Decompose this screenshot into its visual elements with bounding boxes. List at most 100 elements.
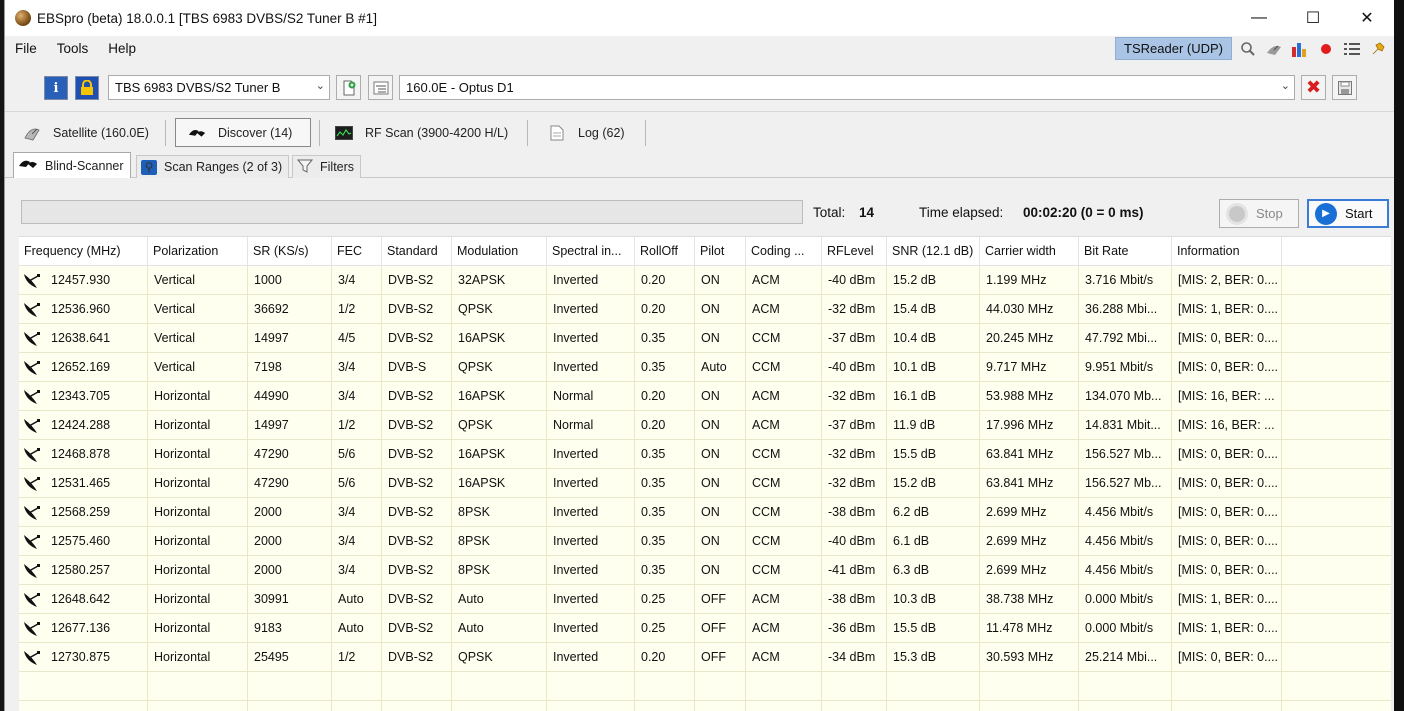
table-row[interactable]: 12468.878 Horizontal 47290 5/6 DVB-S2 16APSK I…: [19, 440, 1391, 469]
minimize-button[interactable]: —: [1232, 0, 1286, 36]
tuner-select[interactable]: TBS 6983 DVBS/S2 Tuner B ⌄: [108, 75, 330, 100]
info-button[interactable]: i: [44, 76, 68, 100]
cell-symbol-rate: 2000: [248, 556, 332, 585]
header-col-snr[interactable]: SNR (12.1 dB): [887, 237, 980, 266]
header-col-carrier-width[interactable]: Carrier width: [980, 237, 1079, 266]
satellite-dish-icon: [24, 505, 40, 520]
satellite-select-value: 160.0E - Optus D1: [406, 80, 514, 95]
table-row[interactable]: 12648.642 Horizontal 30991 Auto DVB-S2 Auto In…: [19, 585, 1391, 614]
frequency-value: 12531.465: [51, 476, 111, 490]
delete-button[interactable]: ✖: [1301, 75, 1326, 100]
cell-modulation: 8PSK: [452, 556, 547, 585]
cell-spectral-inversion: Inverted: [547, 295, 635, 324]
cell-pilot: ON: [695, 266, 746, 295]
cell-spectral-inversion: Inverted: [547, 324, 635, 353]
cell-rf-level: -40 dBm: [822, 353, 887, 382]
table-row[interactable]: 12424.288 Horizontal 14997 1/2 DVB-S2 QPSK Nor…: [19, 411, 1391, 440]
table-row[interactable]: 12575.460 Horizontal 2000 3/4 DVB-S2 8PSK Inve…: [19, 527, 1391, 556]
empty-cell: [248, 701, 332, 711]
table-row[interactable]: 12531.465 Horizontal 47290 5/6 DVB-S2 16APSK I…: [19, 469, 1391, 498]
header-col-standard[interactable]: Standard: [382, 237, 452, 266]
header-col-spectral-inversion[interactable]: Spectral in...: [547, 237, 635, 266]
subtab-scan-ranges[interactable]: ⚲ Scan Ranges (2 of 3): [136, 155, 290, 178]
table-row[interactable]: 12457.930 Vertical 1000 3/4 DVB-S2 32APSK Inve…: [19, 266, 1391, 295]
header-col-pilot[interactable]: Pilot: [695, 237, 746, 266]
subtab-blind-scanner[interactable]: Blind-Scanner: [13, 152, 131, 178]
header-col-fec[interactable]: FEC: [332, 237, 382, 266]
cell-spectral-inversion: Inverted: [547, 353, 635, 382]
header-col-rf-level[interactable]: RFLevel: [822, 237, 887, 266]
empty-cell: [332, 672, 382, 701]
menu-file[interactable]: File: [5, 36, 47, 62]
table-row[interactable]: 12568.259 Horizontal 2000 3/4 DVB-S2 8PSK Inve…: [19, 498, 1391, 527]
satellite-dish-icon[interactable]: [1264, 39, 1284, 59]
satellite-select[interactable]: 160.0E - Optus D1 ⌄: [399, 75, 1295, 100]
header-col-coding[interactable]: Coding ...: [746, 237, 822, 266]
cell-rolloff: 0.35: [635, 498, 695, 527]
header-col-information[interactable]: Information: [1172, 237, 1282, 266]
close-button[interactable]: ✕: [1340, 0, 1394, 36]
header-col-symbol-rate[interactable]: SR (KS/s): [248, 237, 332, 266]
table-row[interactable]: 12730.875 Horizontal 25495 1/2 DVB-S2 QPSK Inv…: [19, 643, 1391, 672]
cell-polarization: Vertical: [148, 353, 248, 382]
save-button[interactable]: [1332, 75, 1357, 100]
table-row[interactable]: 12677.136 Horizontal 9183 Auto DVB-S2 Auto Inv…: [19, 614, 1391, 643]
header-col-modulation[interactable]: Modulation: [452, 237, 547, 266]
cell-fec: 3/4: [332, 498, 382, 527]
header-col-polarization[interactable]: Polarization: [148, 237, 248, 266]
empty-row: [19, 672, 1391, 701]
bar-chart-icon[interactable]: [1290, 39, 1310, 59]
start-button[interactable]: ▶ Start: [1307, 199, 1389, 228]
pin-icon[interactable]: [1368, 39, 1388, 59]
cell-carrier-width: 63.841 MHz: [980, 469, 1079, 498]
cell-modulation: QPSK: [452, 353, 547, 382]
cell-carrier-width: 17.996 MHz: [980, 411, 1079, 440]
new-entry-button[interactable]: [336, 75, 361, 100]
tab-rf-scan[interactable]: RF Scan (3900-4200 H/L): [335, 118, 508, 147]
cell-standard: DVB-S2: [382, 643, 452, 672]
cell-rf-level: -38 dBm: [822, 585, 887, 614]
cell-carrier-width: 2.699 MHz: [980, 527, 1079, 556]
frequency-value: 12638.641: [51, 331, 111, 345]
satellite-dish-icon: [24, 592, 40, 607]
record-icon[interactable]: [1316, 39, 1336, 59]
search-icon[interactable]: [1238, 39, 1258, 59]
empty-cell: [452, 701, 547, 711]
device-toolbar: i TBS 6983 DVBS/S2 Tuner B ⌄ 160.0E - Op…: [5, 62, 1394, 112]
list-icon[interactable]: [1342, 39, 1362, 59]
subtab-label: Blind-Scanner: [45, 158, 124, 173]
table-row[interactable]: 12580.257 Horizontal 2000 3/4 DVB-S2 8PSK Inve…: [19, 556, 1391, 585]
table-row[interactable]: 12536.960 Vertical 36692 1/2 DVB-S2 QPSK Inver…: [19, 295, 1391, 324]
header-col-bit-rate[interactable]: Bit Rate: [1079, 237, 1172, 266]
menu-help[interactable]: Help: [98, 36, 146, 62]
satellite-dish-icon: [24, 273, 40, 288]
table-row[interactable]: 12652.169 Vertical 7198 3/4 DVB-S QPSK Inverte…: [19, 353, 1391, 382]
tsreader-button[interactable]: TSReader (UDP): [1115, 37, 1232, 60]
header-col-rolloff[interactable]: RollOff: [635, 237, 695, 266]
frequency-value: 12580.257: [51, 563, 111, 577]
cell-modulation: 8PSK: [452, 527, 547, 556]
frequency-value: 12468.878: [51, 447, 111, 461]
lock-button[interactable]: [75, 76, 99, 100]
cell-fec: 3/4: [332, 266, 382, 295]
cell-symbol-rate: 25495: [248, 643, 332, 672]
header-col-frequency[interactable]: Frequency (MHz): [19, 237, 148, 266]
cell-frequency: 12457.930: [19, 266, 148, 295]
empty-cell: [695, 672, 746, 701]
satellite-icon: [23, 125, 41, 141]
tab-log[interactable]: Log (62): [548, 118, 625, 147]
cell-carrier-width: 38.738 MHz: [980, 585, 1079, 614]
table-row[interactable]: 12638.641 Vertical 14997 4/5 DVB-S2 16APSK Inv…: [19, 324, 1391, 353]
cell-coding: ACM: [746, 411, 822, 440]
subtab-filters[interactable]: Filters: [292, 155, 362, 178]
table-row[interactable]: 12343.705 Horizontal 44990 3/4 DVB-S2 16APSK N…: [19, 382, 1391, 411]
maximize-button[interactable]: ☐: [1286, 0, 1340, 36]
menu-tools[interactable]: Tools: [47, 36, 99, 62]
tab-satellite[interactable]: Satellite (160.0E): [23, 118, 149, 147]
cell-polarization: Horizontal: [148, 440, 248, 469]
cell-modulation: 32APSK: [452, 266, 547, 295]
chevron-down-icon: ⌄: [315, 80, 325, 92]
stop-button[interactable]: Stop: [1219, 199, 1299, 228]
tree-view-button[interactable]: [368, 75, 393, 100]
tab-discover[interactable]: Discover (14): [175, 118, 311, 147]
